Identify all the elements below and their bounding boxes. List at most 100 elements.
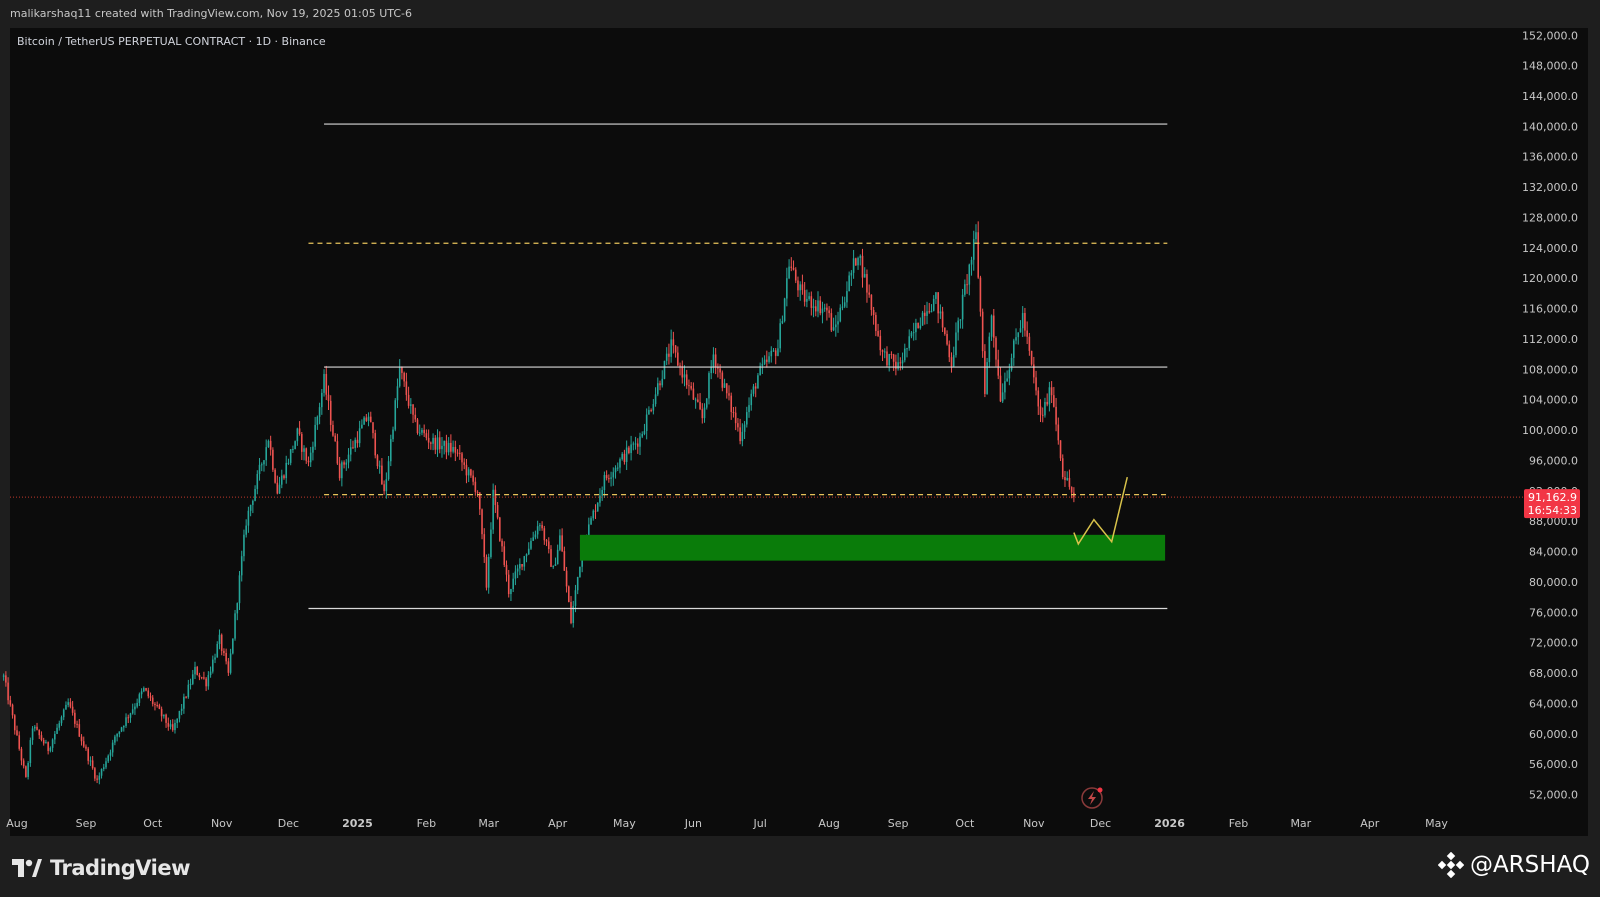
candle-body: [367, 416, 370, 421]
candle-body: [398, 367, 401, 387]
candle-body: [1066, 477, 1068, 481]
candle-body: [158, 705, 161, 709]
candle-body: [225, 652, 227, 662]
candle-body: [390, 439, 392, 462]
candle-body: [171, 724, 174, 731]
candle-body: [80, 736, 83, 742]
candle-body: [465, 464, 468, 476]
chart-pane[interactable]: [10, 28, 1588, 836]
candle-body: [396, 386, 399, 401]
candle-body: [354, 439, 356, 448]
candle-body: [935, 292, 937, 299]
candle-body: [576, 576, 579, 591]
candle-body: [1004, 381, 1006, 393]
candle-body: [921, 312, 924, 326]
candle-body: [194, 666, 196, 675]
candle-body: [990, 315, 993, 337]
candle-body: [645, 414, 648, 431]
time-tick-label: May: [613, 817, 636, 830]
candle-body: [877, 330, 879, 336]
candle-body: [381, 465, 383, 485]
candle-body: [554, 564, 557, 566]
candle-body: [975, 232, 977, 240]
price-tick-label: 80,000.0: [1529, 576, 1578, 589]
candle-body: [383, 484, 385, 492]
candle-body: [410, 404, 412, 406]
candle-body: [788, 266, 790, 279]
candle-body: [22, 760, 25, 767]
price-tick-label: 108,000.0: [1522, 363, 1578, 376]
candle-body: [872, 310, 875, 316]
candle-body: [981, 311, 984, 352]
candle-body: [307, 460, 310, 463]
candle-body: [499, 517, 501, 541]
candle-body: [111, 742, 114, 753]
candle: [196, 665, 199, 676]
candle-body: [60, 717, 63, 724]
candle-body: [5, 675, 7, 683]
candle-body: [746, 412, 748, 425]
candle-body: [612, 472, 615, 478]
candle-body: [327, 394, 330, 401]
candle-body: [1006, 378, 1008, 382]
footer-bar: TradingView @ARSHAQ: [0, 838, 1600, 897]
candle-body: [1053, 395, 1055, 407]
tradingview-logo[interactable]: TradingView: [12, 856, 190, 880]
candle-body: [501, 540, 503, 547]
time-tick-label: Dec: [278, 817, 299, 830]
candle-body: [895, 361, 897, 369]
candle-body: [165, 714, 167, 723]
candle-body: [56, 727, 58, 734]
candle-body: [516, 568, 519, 572]
candle-body: [955, 332, 957, 356]
candle: [596, 502, 599, 512]
candle-body: [116, 733, 118, 737]
candle-body: [38, 729, 41, 736]
candle-body: [570, 601, 572, 623]
candle-body: [801, 284, 804, 291]
time-tick-label: Sep: [76, 817, 97, 830]
candle-body: [961, 294, 964, 320]
time-tick-label: Oct: [955, 817, 975, 830]
candle: [27, 761, 29, 780]
price-tick-label: 152,000.0: [1522, 29, 1578, 42]
candle: [1059, 440, 1062, 462]
candle-body: [447, 442, 450, 453]
candle-body: [730, 395, 733, 412]
candle-body: [323, 373, 325, 393]
candle-body: [403, 372, 405, 382]
candle-body: [908, 336, 911, 349]
candle-body: [959, 319, 962, 321]
candle-body: [619, 459, 621, 468]
candle-body: [374, 433, 377, 456]
candle-body: [314, 424, 316, 447]
candle-body: [365, 417, 368, 421]
candle-body: [737, 423, 739, 428]
candle-body: [821, 308, 824, 314]
candle-body: [734, 412, 737, 424]
candle: [394, 398, 397, 432]
candle-body: [952, 355, 955, 367]
candle-body: [385, 479, 388, 492]
candle-body: [145, 688, 147, 691]
candle-body: [18, 735, 21, 749]
candle-body: [1039, 406, 1042, 415]
candle-body: [107, 755, 110, 762]
candle-body: [16, 730, 18, 736]
candle-body: [67, 702, 69, 705]
candle-body: [143, 688, 145, 692]
candle-body: [770, 350, 773, 357]
candle-body: [372, 422, 374, 434]
candle-body: [245, 525, 247, 535]
candle-body: [692, 388, 695, 400]
time-tick-label: Nov: [211, 817, 233, 830]
candle-body: [160, 708, 163, 717]
price-chart[interactable]: 52,000.0 56,000.0 60,000.0 64,000.0 68,000.0…: [0, 0, 1600, 838]
candle-body: [579, 566, 581, 577]
candle-body: [487, 556, 490, 588]
candle-body: [881, 350, 884, 352]
candle-body: [123, 725, 125, 728]
candle-body: [837, 321, 839, 325]
candle-body: [40, 735, 43, 740]
candle-body: [2, 675, 5, 677]
